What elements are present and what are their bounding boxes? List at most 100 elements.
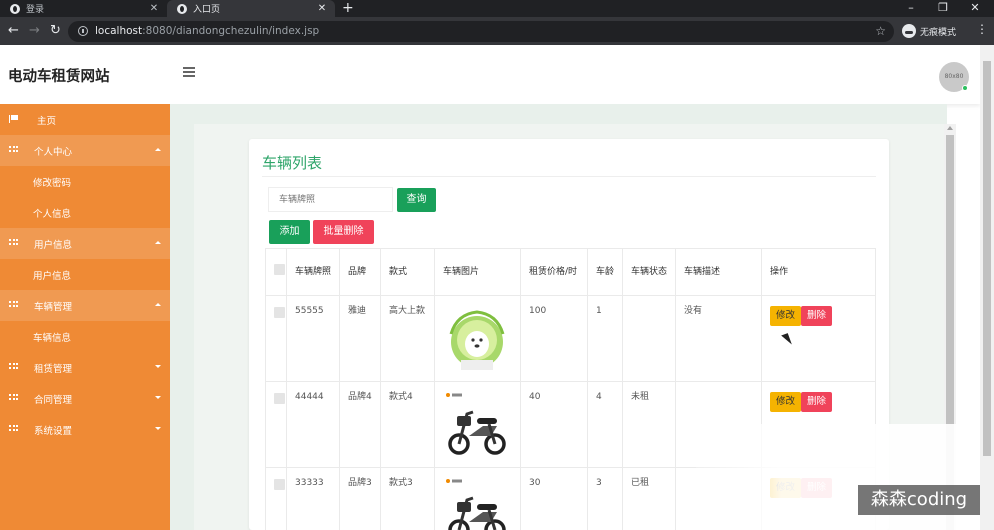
- browser-tab-bar: 登录 ✕ 入口页 ✕ + – ❐ ✕: [0, 0, 994, 17]
- chevron-up-icon: [155, 241, 161, 244]
- edit-button[interactable]: 修改: [770, 306, 802, 326]
- cell-status: 未租: [622, 381, 676, 468]
- select-all-cell: [265, 248, 287, 296]
- sidebar-item[interactable]: 租赁管理: [0, 352, 170, 383]
- row-select-cell: [265, 381, 287, 468]
- grid-icon: [9, 146, 18, 154]
- sidebar-item-label: 个人信息: [33, 208, 72, 220]
- cell-age: 4: [587, 381, 623, 468]
- cell-plate: 55555: [286, 295, 340, 382]
- cell-status: 已租: [622, 467, 676, 530]
- sidebar-item[interactable]: 合同管理: [0, 383, 170, 414]
- table-header-row: 车辆牌照 品牌 款式 车辆图片 租赁价格/时 车龄 车辆状态 车辆描述 操作: [265, 248, 876, 296]
- flag-icon: [9, 115, 18, 123]
- sidebar-item[interactable]: 用户信息: [0, 228, 170, 259]
- cell-desc: 没有: [675, 295, 762, 382]
- incognito-icon: [902, 24, 916, 38]
- row-checkbox[interactable]: [274, 479, 285, 490]
- sidebar-item[interactable]: 用户信息: [0, 259, 170, 290]
- close-icon[interactable]: ✕: [315, 3, 329, 14]
- page-title: 车辆列表: [262, 154, 323, 172]
- window-close-icon[interactable]: ✕: [960, 0, 990, 17]
- cell-brand: 品牌4: [339, 381, 381, 468]
- row-checkbox[interactable]: [274, 393, 285, 404]
- scrollbar-thumb[interactable]: [983, 61, 991, 456]
- site-title: 电动车租赁网站: [8, 69, 110, 85]
- batch-delete-button[interactable]: 批量删除: [313, 220, 374, 244]
- cell-style: 款式4: [380, 381, 435, 468]
- sidebar-item-label: 合同管理: [34, 394, 73, 406]
- row-checkbox[interactable]: [274, 307, 285, 318]
- column-header: 车辆牌照: [286, 248, 340, 296]
- sidebar-item[interactable]: 个人中心: [0, 135, 170, 166]
- sidebar-item[interactable]: 主页: [0, 104, 170, 135]
- add-button[interactable]: 添加: [269, 220, 310, 244]
- grid-icon: [9, 301, 18, 309]
- select-all-checkbox[interactable]: [274, 264, 285, 275]
- minimize-icon[interactable]: –: [896, 0, 926, 17]
- cell-brand: 品牌3: [339, 467, 381, 530]
- cell-plate: 33333: [286, 467, 340, 530]
- cabbage-dog-image: [443, 304, 512, 372]
- sidebar-item-label: 车辆管理: [34, 301, 73, 313]
- back-arrow-icon[interactable]: ←: [8, 23, 19, 39]
- column-header: 操作: [761, 248, 876, 296]
- browser-tab-entry[interactable]: 入口页 ✕: [167, 0, 335, 17]
- chevron-down-icon: [155, 427, 161, 430]
- column-header: 车辆图片: [434, 248, 521, 296]
- chevron-down-icon: [155, 396, 161, 399]
- column-header: 款式: [380, 248, 435, 296]
- vehicle-image-cell: [434, 295, 521, 382]
- delete-button[interactable]: 删除: [801, 306, 833, 326]
- new-tab-icon[interactable]: +: [342, 0, 354, 17]
- browser-tab-login[interactable]: 登录 ✕: [0, 0, 167, 17]
- grid-icon: [9, 394, 18, 402]
- divider: [262, 176, 876, 177]
- restore-icon[interactable]: ❐: [928, 0, 958, 17]
- sidebar-item[interactable]: 车辆信息: [0, 321, 170, 352]
- column-header: 车龄: [587, 248, 623, 296]
- actions-cell: 修改删除: [761, 295, 876, 382]
- cell-style: 款式3: [380, 467, 435, 530]
- hamburger-menu-icon[interactable]: [183, 67, 195, 77]
- grid-icon: [9, 239, 18, 247]
- chevron-down-icon: [155, 365, 161, 368]
- chevron-up-icon: [155, 303, 161, 306]
- close-icon[interactable]: ✕: [147, 3, 161, 14]
- sidebar-item[interactable]: 个人信息: [0, 197, 170, 228]
- sidebar-item-label: 个人中心: [34, 146, 73, 158]
- page-scrollbar[interactable]: [980, 45, 994, 530]
- cell-price: 40: [520, 381, 588, 468]
- forward-arrow-icon[interactable]: →: [29, 23, 40, 39]
- sidebar-item[interactable]: 系统设置: [0, 414, 170, 445]
- url-field[interactable]: localhost:8080/diandongchezulin/index.js…: [68, 21, 894, 42]
- sidebar-item-label: 主页: [37, 115, 57, 127]
- edit-button[interactable]: 修改: [770, 392, 802, 412]
- delete-button[interactable]: 删除: [801, 392, 833, 412]
- cell-style: 高大上款: [380, 295, 435, 382]
- column-header: 车辆状态: [622, 248, 676, 296]
- scroll-up-icon[interactable]: [947, 126, 953, 130]
- grid-icon: [9, 425, 18, 433]
- sidebar-item-label: 用户信息: [33, 270, 72, 282]
- plate-search-input[interactable]: [268, 187, 393, 212]
- incognito-indicator[interactable]: 无痕模式: [902, 24, 956, 38]
- bookmark-star-icon[interactable]: ☆: [875, 24, 886, 38]
- sidebar-item-label: 租赁管理: [34, 363, 73, 375]
- sidebar-item-label: 修改密码: [33, 177, 72, 189]
- column-header: 品牌: [339, 248, 381, 296]
- sidebar-item[interactable]: 修改密码: [0, 166, 170, 197]
- row-select-cell: [265, 467, 287, 530]
- sidebar-item[interactable]: 车辆管理: [0, 290, 170, 321]
- column-header: 车辆描述: [675, 248, 762, 296]
- reload-icon[interactable]: ↻: [50, 23, 61, 39]
- browser-menu-icon[interactable]: ⋮: [976, 22, 988, 36]
- globe-icon: [10, 3, 20, 14]
- grid-icon: [9, 363, 18, 371]
- cell-brand: 雅迪: [339, 295, 381, 382]
- row-select-cell: [265, 295, 287, 382]
- incognito-label: 无痕模式: [920, 27, 957, 38]
- site-info-icon[interactable]: [78, 26, 88, 36]
- query-button[interactable]: 查询: [397, 188, 436, 212]
- tab-title: 登录: [26, 5, 45, 15]
